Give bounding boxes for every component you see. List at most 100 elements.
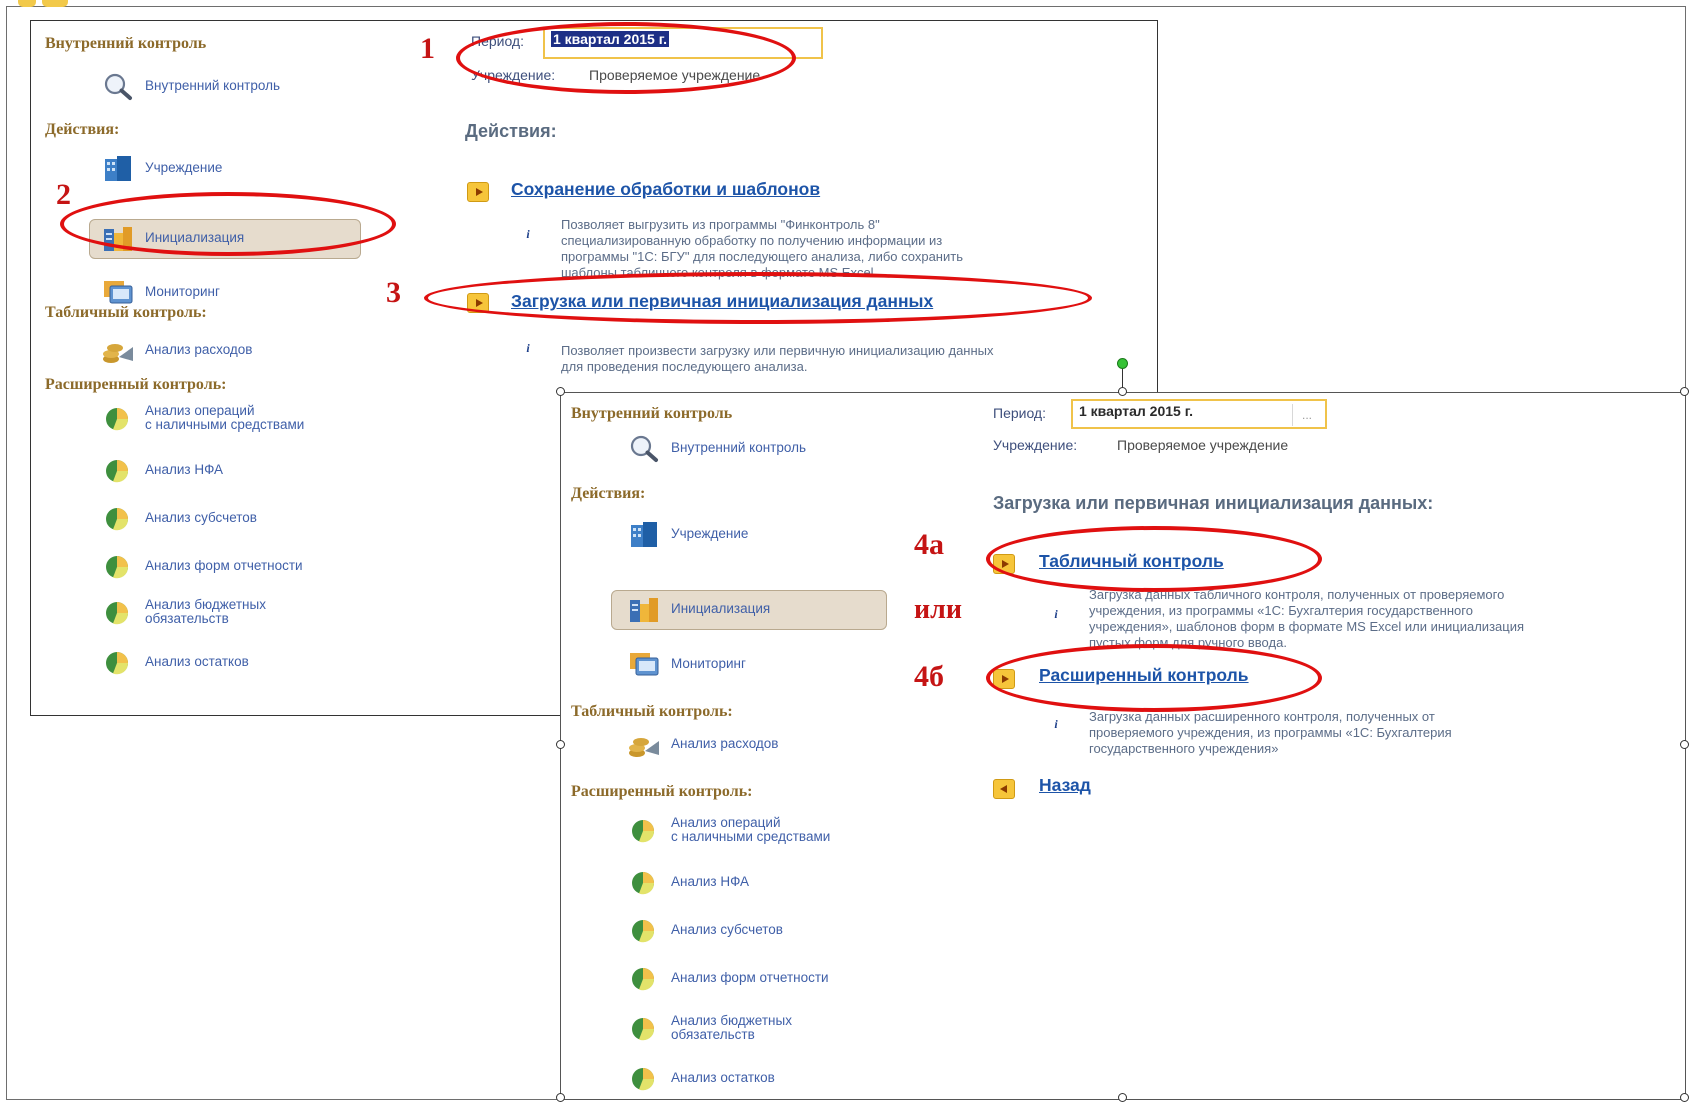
nav-label: Учреждение	[671, 526, 749, 541]
pie-ball-icon	[632, 872, 655, 895]
nav-label: Внутренний контроль	[671, 440, 806, 455]
nav-cash-operations[interactable]: Анализ операций с наличными средствами	[627, 815, 830, 845]
step-number-2: 2	[56, 178, 71, 211]
nav-subaccounts[interactable]: Анализ субсчетов	[101, 503, 257, 533]
nav-label: Анализ форм отчетности	[671, 970, 829, 985]
nav-budget-obligations[interactable]: Анализ бюджетных обязательств	[627, 1013, 792, 1043]
nav-balances[interactable]: Анализ остатков	[627, 1063, 775, 1093]
institution-value[interactable]: Проверяемое учреждение	[1117, 437, 1288, 453]
actions-heading: Действия:	[465, 121, 557, 141]
nav-label: Анализ расходов	[145, 342, 253, 357]
nav-monitoring[interactable]: Мониторинг	[627, 649, 746, 679]
monitor-icon	[630, 653, 659, 676]
nav-nfa[interactable]: Анализ НФА	[101, 455, 223, 485]
link-save-templates[interactable]: Сохранение обработки и шаблонов	[511, 179, 820, 200]
resize-handle[interactable]	[1680, 740, 1689, 749]
section-internal-control: Внутренний контроль	[571, 405, 733, 422]
pie-ball-icon	[632, 820, 655, 843]
pie-ball-icon	[106, 602, 129, 625]
section-internal-control: Внутренний контроль	[45, 35, 207, 52]
nav-nfa[interactable]: Анализ НФА	[627, 867, 749, 897]
magnifier-icon	[104, 73, 132, 100]
nav-label: Внутренний контроль	[145, 78, 280, 93]
coins-icon	[103, 344, 133, 363]
nav-label: Мониторинг	[671, 656, 746, 671]
link-back[interactable]: Назад	[1039, 775, 1091, 796]
pie-ball-icon	[106, 652, 129, 675]
desc-load-initialize: Позволяет произвести загрузку или первич…	[561, 343, 994, 374]
nav-institution[interactable]: Учреждение	[627, 519, 748, 549]
section-tabular-control: Табличный контроль:	[45, 304, 207, 321]
section-extended-control: Расширенный контроль:	[45, 376, 227, 393]
nav-report-forms[interactable]: Анализ форм отчетности	[101, 551, 303, 581]
nav-institution[interactable]: Учреждение	[101, 153, 222, 183]
building-icon	[631, 522, 657, 547]
desc-tabular-control: Загрузка данных табличного контроля, пол…	[1089, 587, 1525, 650]
nav-subaccounts[interactable]: Анализ субсчетов	[627, 915, 783, 945]
period-picker-button[interactable]: ...	[1292, 404, 1321, 426]
pie-ball-icon	[106, 556, 129, 579]
rotation-handle[interactable]	[1117, 358, 1128, 369]
nav-label: Анализ форм отчетности	[145, 558, 303, 573]
step-number-3: 3	[386, 276, 401, 309]
info-icon: i	[1054, 607, 1058, 621]
resize-handle[interactable]	[1680, 387, 1689, 396]
back-arrow-icon[interactable]	[993, 779, 1015, 799]
or-label: или	[914, 594, 962, 625]
nav-internal-control[interactable]: Внутренний контроль	[101, 71, 280, 101]
resize-handle[interactable]	[556, 387, 565, 396]
highlight-oval-initialization	[60, 192, 396, 256]
nav-monitoring[interactable]: Мониторинг	[101, 277, 220, 307]
pie-ball-icon	[106, 408, 129, 431]
nav-label: Анализ бюджетных обязательств	[145, 597, 266, 626]
pie-ball-icon	[632, 968, 655, 991]
nav-cash-operations[interactable]: Анализ операций с наличными средствами	[101, 403, 304, 433]
nav-label: Анализ остатков	[671, 1070, 775, 1085]
info-icon: i	[526, 227, 530, 241]
step-number-1: 1	[420, 32, 435, 65]
nav-report-forms[interactable]: Анализ форм отчетности	[627, 963, 829, 993]
period-value: 1 квартал 2015 г.	[1079, 403, 1194, 419]
period-field[interactable]: 1 квартал 2015 г. ...	[1071, 399, 1327, 429]
nav-label: Анализ операций с наличными средствами	[145, 403, 305, 432]
section-actions: Действия:	[571, 485, 646, 502]
nav-label: Анализ НФА	[145, 462, 224, 477]
highlight-oval-load-link	[424, 272, 1092, 324]
highlight-oval-extended-control	[986, 644, 1322, 712]
section-tabular-control: Табличный контроль:	[571, 703, 733, 720]
corner-marker	[0, 0, 100, 8]
nav-initialization[interactable]: Инициализация	[627, 594, 770, 624]
pie-ball-icon	[106, 460, 129, 483]
nav-label: Инициализация	[671, 601, 771, 616]
step-number-4a: 4а	[914, 528, 944, 561]
nav-label: Анализ операций с наличными средствами	[671, 815, 831, 844]
load-heading: Загрузка или первичная инициализация дан…	[993, 493, 1434, 513]
info-icon: i	[526, 341, 530, 355]
nav-label: Анализ НФА	[671, 874, 750, 889]
nav-label: Анализ расходов	[671, 736, 779, 751]
resize-handle[interactable]	[556, 740, 565, 749]
nav-internal-control[interactable]: Внутренний контроль	[627, 433, 806, 463]
info-icon: i	[1054, 717, 1058, 731]
nav-label: Учреждение	[145, 160, 223, 175]
pie-ball-icon	[632, 1018, 655, 1041]
database-icon	[630, 598, 658, 622]
resize-handle[interactable]	[1118, 1093, 1127, 1102]
nav-balances[interactable]: Анализ остатков	[101, 647, 249, 677]
pie-ball-icon	[106, 508, 129, 531]
step-number-4b: 4б	[914, 660, 944, 693]
nav-label: Мониторинг	[145, 284, 220, 299]
nav-expense-analysis[interactable]: Анализ расходов	[627, 729, 778, 759]
rotation-stem	[1122, 368, 1123, 388]
nav-budget-obligations[interactable]: Анализ бюджетных обязательств	[101, 597, 266, 627]
nav-expense-analysis[interactable]: Анализ расходов	[101, 335, 252, 365]
play-arrow-icon[interactable]	[467, 182, 489, 202]
resize-handle[interactable]	[1680, 1093, 1689, 1102]
magnifier-icon	[630, 435, 658, 462]
highlight-oval-period	[456, 22, 796, 94]
nav-label: Анализ субсчетов	[671, 922, 783, 937]
window-load-initialize: Внутренний контроль Внутренний контроль …	[560, 392, 1686, 1100]
resize-handle[interactable]	[1118, 387, 1127, 396]
resize-handle[interactable]	[556, 1093, 565, 1102]
building-icon	[105, 156, 131, 181]
